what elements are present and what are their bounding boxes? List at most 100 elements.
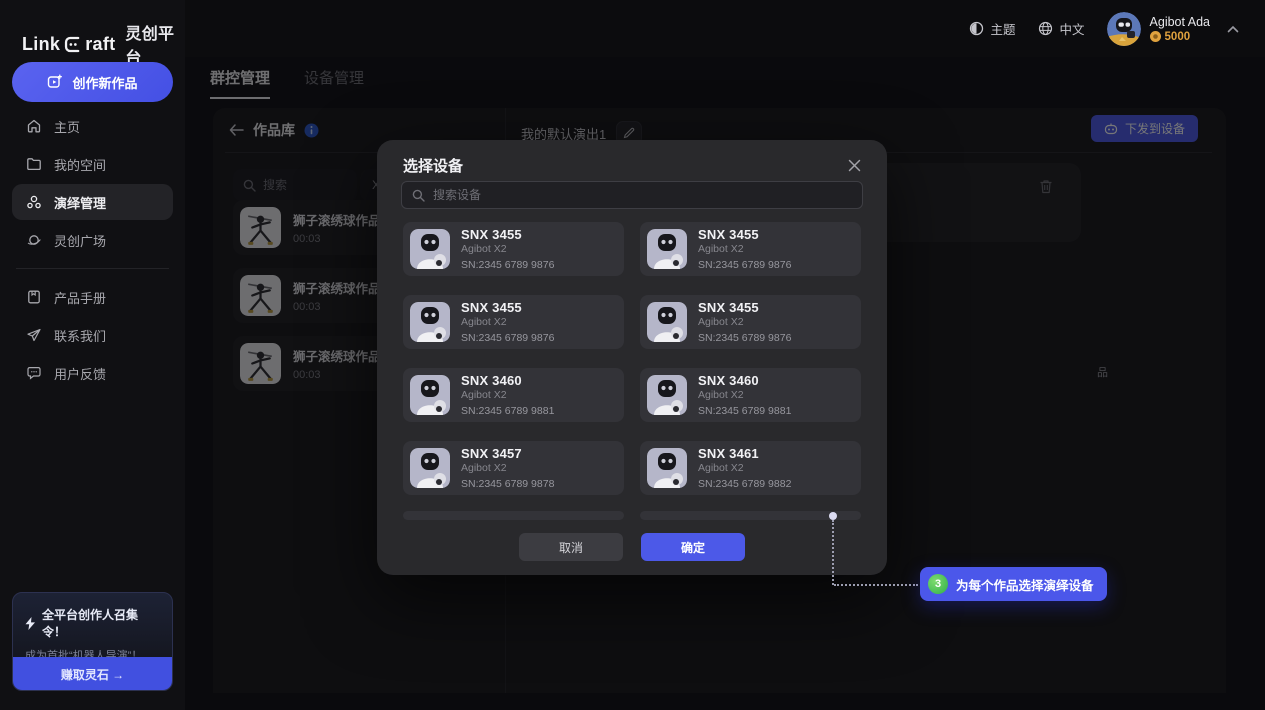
language-label: 中文	[1060, 19, 1085, 38]
app-root: Link raft 灵创平台 创作新作品 主页 我的空间	[0, 0, 1265, 710]
device-name: SNX 3460	[698, 373, 791, 388]
folder-icon	[26, 156, 42, 172]
sidebar-item-label: 灵创广场	[54, 231, 106, 250]
book-icon	[26, 289, 42, 305]
sidebar-item-contact-us[interactable]: 联系我们	[12, 317, 173, 353]
device-name: SNX 3455	[461, 227, 554, 242]
sidebar-item-feedback[interactable]: 用户反馈	[12, 355, 173, 391]
brand-logo: Link raft 灵创平台	[0, 0, 185, 68]
sidebar-item-label: 用户反馈	[54, 364, 106, 383]
home-icon	[26, 118, 42, 134]
coin-icon	[1150, 31, 1161, 42]
device-card[interactable]: SNX 3457 Agibot X2 SN:2345 6789 9878	[403, 441, 624, 495]
device-serial: SN:2345 6789 9881	[461, 405, 554, 417]
cancel-button[interactable]: 取消	[519, 533, 623, 561]
theme-toggle[interactable]: 主题	[969, 19, 1016, 38]
sidebar-item-product-manual[interactable]: 产品手册	[12, 279, 173, 315]
device-thumbnail	[410, 375, 450, 415]
user-menu[interactable]: Agibot Ada 5000	[1107, 12, 1239, 46]
device-thumbnail	[647, 229, 687, 269]
guide-step-badge: 3	[928, 574, 948, 594]
device-card-partial	[640, 511, 861, 520]
theme-label: 主题	[991, 19, 1016, 38]
device-name: SNX 3457	[461, 446, 554, 461]
guide-dotted-line-horizontal	[834, 584, 918, 586]
create-work-label: 创作新作品	[72, 73, 137, 92]
device-serial: SN:2345 6789 9882	[698, 478, 791, 490]
sidebar-divider	[16, 268, 169, 269]
guide-anchor-dot	[829, 512, 837, 520]
promo-card: 全平台创作人召集令！ 成为首批“机器人导演”！ 赚取灵石 →	[12, 592, 173, 691]
device-model: Agibot X2	[698, 243, 791, 255]
device-card[interactable]: SNX 3455 Agibot X2 SN:2345 6789 9876	[640, 295, 861, 349]
device-card[interactable]: SNX 3455 Agibot X2 SN:2345 6789 9876	[640, 222, 861, 276]
confirm-button[interactable]: 确定	[641, 533, 745, 561]
sidebar-item-label: 联系我们	[54, 326, 106, 345]
device-card[interactable]: SNX 3455 Agibot X2 SN:2345 6789 9876	[403, 222, 624, 276]
sidebar-item-label: 我的空间	[54, 155, 106, 174]
modal-title: 选择设备	[403, 155, 463, 176]
device-model: Agibot X2	[698, 389, 791, 401]
device-card[interactable]: SNX 3460 Agibot X2 SN:2345 6789 9881	[403, 368, 624, 422]
device-serial: SN:2345 6789 9876	[461, 332, 554, 344]
device-thumbnail	[410, 302, 450, 342]
chevron-up-icon	[1227, 25, 1239, 33]
device-serial: SN:2345 6789 9881	[698, 405, 791, 417]
device-thumbnail	[410, 448, 450, 488]
sidebar-item-label: 产品手册	[54, 288, 106, 307]
language-switcher[interactable]: 中文	[1038, 19, 1085, 38]
device-search-input[interactable]	[433, 188, 852, 202]
brand-logo-part2: raft	[85, 34, 115, 55]
theme-icon	[969, 21, 984, 36]
device-card[interactable]: SNX 3461 Agibot X2 SN:2345 6789 9882	[640, 441, 861, 495]
sidebar-item-label: 主页	[54, 117, 80, 136]
device-card[interactable]: SNX 3460 Agibot X2 SN:2345 6789 9881	[640, 368, 861, 422]
device-name: SNX 3455	[698, 300, 791, 315]
avatar	[1107, 12, 1141, 46]
promo-title-text: 全平台创作人召集令！	[42, 606, 160, 640]
globe-icon	[1038, 21, 1053, 36]
sidebar-item-home[interactable]: 主页	[12, 108, 173, 144]
device-thumbnail	[647, 375, 687, 415]
device-model: Agibot X2	[461, 316, 554, 328]
guide-dotted-line-vertical	[832, 520, 834, 585]
device-select-modal: 选择设备 SNX 3455 Agibot X2 SN:2345 6789 987…	[377, 140, 887, 575]
lightning-icon	[25, 617, 36, 630]
sidebar-item-plaza[interactable]: 灵创广场	[12, 222, 173, 258]
planet-icon	[26, 232, 42, 248]
device-serial: SN:2345 6789 9876	[461, 259, 554, 271]
send-icon	[26, 327, 42, 343]
brand-logo-part1: Link	[22, 34, 60, 55]
video-plus-icon	[47, 74, 63, 90]
device-name: SNX 3460	[461, 373, 554, 388]
device-model: Agibot X2	[461, 462, 554, 474]
device-model: Agibot X2	[698, 316, 791, 328]
create-work-button[interactable]: 创作新作品	[12, 62, 173, 102]
device-name: SNX 3461	[698, 446, 791, 461]
sidebar-nav: 主页 我的空间 演绎管理 灵创广场 产品手册 联系我们	[12, 108, 173, 393]
search-icon	[412, 189, 425, 202]
device-name: SNX 3455	[698, 227, 791, 242]
brand-logo-suffix: 灵创平台	[125, 20, 185, 68]
sidebar-item-performance-management[interactable]: 演绎管理	[12, 184, 173, 220]
topbar: 主题 中文	[185, 0, 1265, 57]
device-card-partial	[403, 511, 624, 520]
device-model: Agibot X2	[698, 462, 791, 474]
coin-balance: 5000	[1165, 31, 1191, 43]
device-thumbnail	[410, 229, 450, 269]
sidebar-item-my-space[interactable]: 我的空间	[12, 146, 173, 182]
device-grid: SNX 3455 Agibot X2 SN:2345 6789 9876 SNX…	[403, 222, 861, 495]
device-serial: SN:2345 6789 9876	[698, 332, 791, 344]
sidebar: Link raft 灵创平台 创作新作品 主页 我的空间	[0, 0, 185, 710]
device-search	[401, 181, 863, 209]
earn-gems-button[interactable]: 赚取灵石 →	[12, 657, 173, 691]
guide-tooltip-text: 为每个作品选择演绎设备	[956, 575, 1094, 594]
guide-tooltip[interactable]: 3 为每个作品选择演绎设备	[920, 567, 1107, 601]
device-card[interactable]: SNX 3455 Agibot X2 SN:2345 6789 9876	[403, 295, 624, 349]
sidebar-item-label: 演绎管理	[54, 193, 106, 212]
device-name: SNX 3455	[461, 300, 554, 315]
device-serial: SN:2345 6789 9876	[698, 259, 791, 271]
close-icon[interactable]	[843, 154, 865, 176]
device-model: Agibot X2	[461, 389, 554, 401]
device-model: Agibot X2	[461, 243, 554, 255]
